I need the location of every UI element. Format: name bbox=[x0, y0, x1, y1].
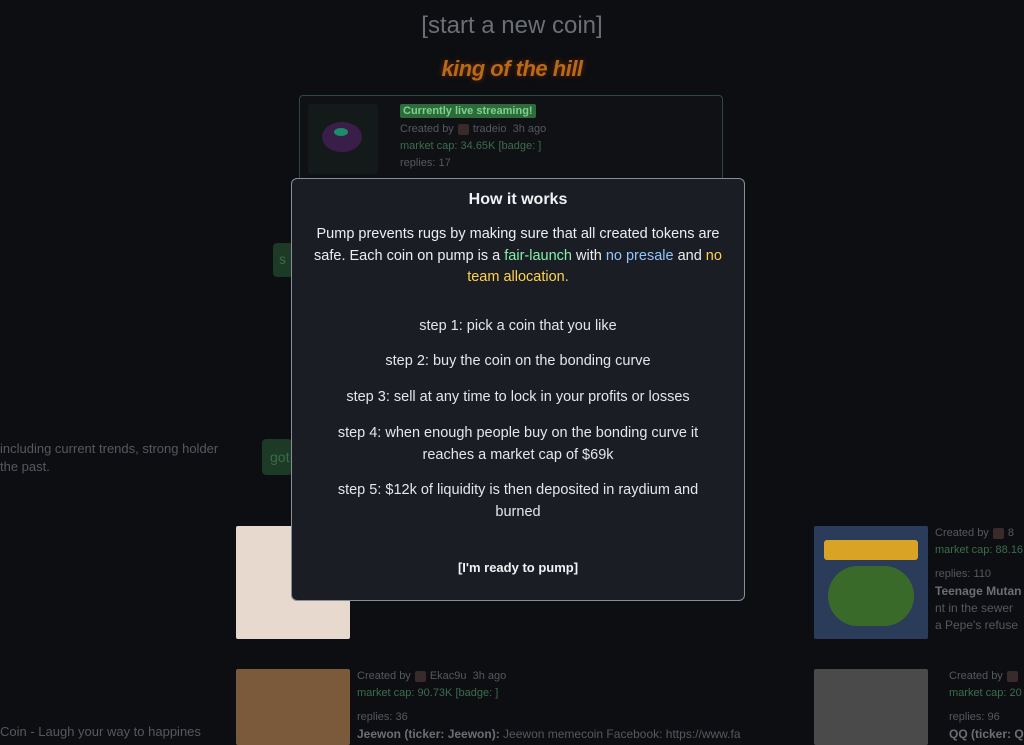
coin-thumbnail-pepes[interactable] bbox=[814, 526, 928, 639]
modal-title: How it works bbox=[468, 191, 568, 208]
king-of-the-hill-card[interactable]: Currently live streaming! Created by trad… bbox=[299, 95, 723, 181]
coin-description: Coin - Laugh your way to happines bbox=[0, 724, 201, 739]
step-3: step 3: sell at any time to lock in your… bbox=[346, 389, 690, 405]
description-text: including current trends, strong holder t… bbox=[0, 441, 219, 474]
creator-name[interactable]: tradeio bbox=[473, 123, 507, 135]
start-new-coin-link[interactable]: [start a new coin] bbox=[0, 12, 1024, 40]
creator-line: Created by tradeio 3h ago bbox=[400, 123, 547, 135]
no-presale-text: no presale bbox=[605, 247, 674, 264]
live-streaming-badge: Currently live streaming! bbox=[400, 104, 536, 118]
step-5: step 5: $12k of liquidity is then deposi… bbox=[337, 482, 699, 520]
coin-thumbnail-cat-glasses[interactable] bbox=[236, 669, 350, 745]
creator-avatar bbox=[992, 527, 1004, 539]
creator-avatar bbox=[1006, 670, 1018, 682]
market-cap: market cap: 34.65K [badge: ] bbox=[400, 140, 542, 152]
step-1: step 1: pick a coin that you like bbox=[419, 318, 617, 334]
got-it-button[interactable]: got bbox=[262, 439, 292, 475]
step-4: step 4: when enough people buy on the bo… bbox=[337, 425, 699, 463]
card-meta-right-bottom: Created by market cap: 20 replies: 96 QQ… bbox=[949, 670, 1024, 741]
coin-image bbox=[308, 104, 378, 174]
card-meta-right-top: Created by 8 market cap: 88.16 replies: 1… bbox=[935, 527, 1024, 632]
creator-avatar bbox=[457, 123, 469, 135]
ready-to-pump-button[interactable]: [I'm ready to pump] bbox=[292, 560, 744, 575]
creator-avatar bbox=[414, 670, 426, 682]
side-button[interactable]: s bbox=[273, 243, 293, 277]
step-2: step 2: buy the coin on the bonding curv… bbox=[385, 353, 651, 369]
how-it-works-modal: How it works Pump prevents rugs by makin… bbox=[291, 178, 745, 601]
coin-thumbnail-qq[interactable] bbox=[814, 669, 928, 745]
modal-intro: Pump prevents rugs by making sure that a… bbox=[314, 226, 722, 285]
replies-count: replies: 17 bbox=[400, 157, 451, 169]
card-meta-mid-bottom: Created by Ekac9u 3h ago market cap: 90.7… bbox=[357, 670, 741, 741]
fair-launch-text: fair-launch bbox=[504, 247, 572, 264]
king-of-the-hill-title: king of the hill bbox=[441, 56, 583, 81]
